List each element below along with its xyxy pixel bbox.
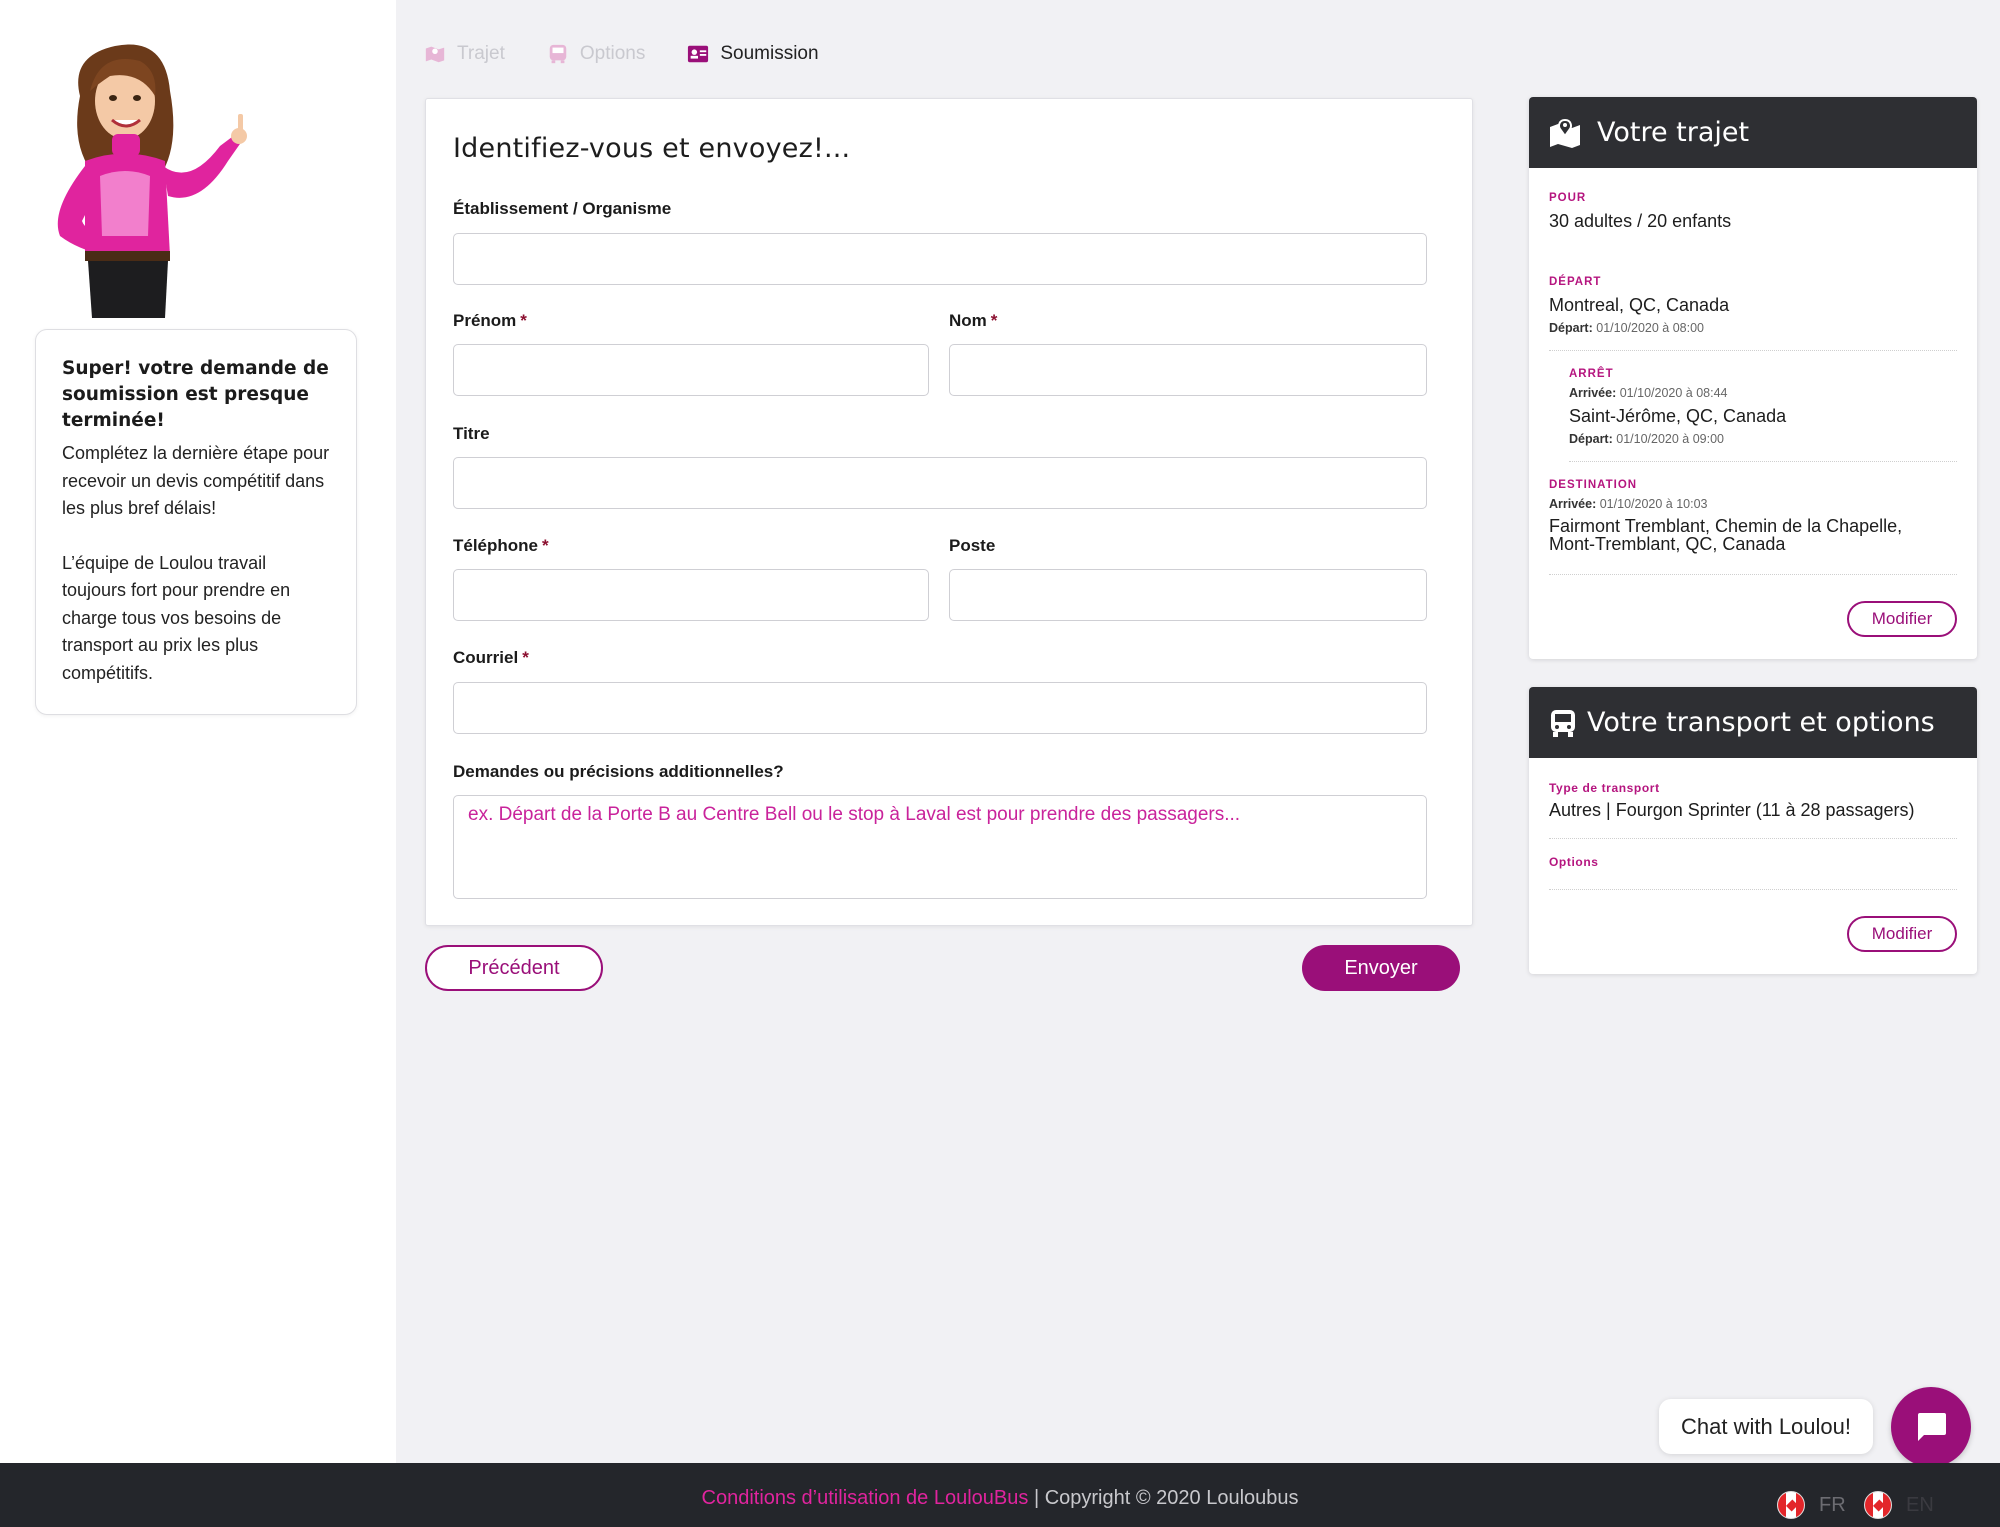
arret-arrival: Arrivée: 01/10/2020 à 08:44 bbox=[1569, 386, 1728, 400]
nom-field[interactable] bbox=[949, 344, 1427, 396]
info-body-2: L’équipe de Loulou travail toujours fort… bbox=[62, 552, 291, 683]
step-trajet[interactable]: Trajet bbox=[424, 43, 505, 65]
poste-label: Poste bbox=[949, 536, 996, 555]
canada-flag-icon bbox=[1864, 1491, 1892, 1519]
trip-summary-card: Votre trajet POUR 30 adultes / 20 enfant… bbox=[1529, 97, 1977, 659]
transport-card-title: Votre transport et options bbox=[1587, 707, 1935, 738]
lang-en[interactable]: EN bbox=[1864, 1491, 1934, 1519]
terms-link[interactable]: Conditions d’utilisation de LoulouBus bbox=[702, 1487, 1029, 1509]
info-title: Super! votre demande de soumission est p… bbox=[62, 358, 329, 431]
divider bbox=[1549, 574, 1957, 575]
id-card-icon bbox=[688, 45, 709, 63]
etablissement-field[interactable] bbox=[453, 233, 1427, 285]
step-label: Trajet bbox=[457, 43, 505, 64]
copyright: | Copyright © 2020 Louloubus bbox=[1028, 1487, 1299, 1509]
transport-card-header: Votre transport et options bbox=[1529, 687, 1977, 758]
telephone-label: Téléphone * bbox=[453, 536, 549, 555]
etablissement-label: Établissement / Organisme bbox=[453, 199, 672, 218]
poste-field[interactable] bbox=[949, 569, 1427, 621]
divider bbox=[1569, 461, 1957, 462]
info-bubble: Super! votre demande de soumission est p… bbox=[35, 329, 357, 715]
transport-type-value: Autres | Fourgon Sprinter (11 à 28 passa… bbox=[1549, 800, 1915, 820]
divider bbox=[1549, 838, 1957, 839]
send-button[interactable]: Envoyer bbox=[1302, 945, 1460, 991]
prenom-field[interactable] bbox=[453, 344, 929, 396]
options-label: Options bbox=[1549, 855, 1599, 869]
chat-icon bbox=[1918, 1413, 1946, 1441]
demandes-textarea[interactable]: ex. Départ de la Porte B au Centre Bell … bbox=[453, 795, 1427, 899]
nom-label: Nom * bbox=[949, 311, 998, 330]
destination-value-line2: Mont-Tremblant, QC, Canada bbox=[1549, 534, 1786, 554]
map-marker-icon bbox=[1550, 118, 1580, 148]
step-label: Options bbox=[579, 43, 646, 64]
telephone-field[interactable] bbox=[453, 569, 929, 621]
chat-prompt[interactable]: Chat with Loulou! bbox=[1659, 1399, 1873, 1454]
previous-button[interactable]: Précédent bbox=[425, 945, 603, 991]
submission-form: Identifiez-vous et envoyez!... Établisse… bbox=[425, 98, 1473, 926]
footer-text: Conditions d’utilisation de LoulouBus | … bbox=[0, 1487, 2000, 1510]
arret-label: ARRÊT bbox=[1569, 368, 1614, 380]
arret-value: Saint-Jérôme, QC, Canada bbox=[1569, 406, 1787, 426]
depart-value: Montreal, QC, Canada bbox=[1549, 295, 1730, 315]
depart-label: DÉPART bbox=[1549, 276, 1602, 288]
prenom-label: Prénom * bbox=[453, 311, 527, 330]
depart-time: Départ: 01/10/2020 à 08:00 bbox=[1549, 321, 1704, 335]
demandes-placeholder: ex. Départ de la Porte B au Centre Bell … bbox=[468, 804, 1241, 825]
pour-value: 30 adultes / 20 enfants bbox=[1549, 211, 1732, 231]
bus-icon bbox=[549, 44, 567, 64]
pour-label: POUR bbox=[1549, 192, 1587, 204]
canada-flag-icon bbox=[1777, 1491, 1805, 1519]
step-label: Soumission bbox=[720, 43, 819, 64]
mascot-illustration bbox=[57, 44, 247, 318]
info-body: Complétez la dernière étape pour recevoi… bbox=[62, 443, 330, 518]
chat-button[interactable] bbox=[1891, 1387, 1971, 1467]
map-icon bbox=[425, 46, 445, 63]
modify-trip-button[interactable]: Modifier bbox=[1847, 601, 1957, 637]
bus-icon bbox=[1551, 709, 1575, 737]
step-soumission[interactable]: Soumission bbox=[687, 43, 819, 65]
sidebar: Super! votre demande de soumission est p… bbox=[0, 0, 396, 1463]
arret-depart: Départ: 01/10/2020 à 09:00 bbox=[1569, 432, 1724, 446]
trip-card-header: Votre trajet bbox=[1529, 97, 1977, 168]
modify-transport-button[interactable]: Modifier bbox=[1847, 916, 1957, 952]
transport-type-label: Type de transport bbox=[1549, 781, 1660, 795]
courriel-label: Courriel * bbox=[453, 648, 529, 667]
destination-arrival: Arrivée: 01/10/2020 à 10:03 bbox=[1549, 497, 1708, 511]
step-navigation: Trajet Options Soumission bbox=[424, 38, 861, 70]
destination-label: DESTINATION bbox=[1549, 479, 1638, 491]
titre-field[interactable] bbox=[453, 457, 1427, 509]
trip-card-title: Votre trajet bbox=[1597, 117, 1750, 148]
divider bbox=[1549, 350, 1957, 351]
divider bbox=[1549, 889, 1957, 890]
demandes-label: Demandes ou précisions additionnelles? bbox=[453, 762, 784, 781]
step-options[interactable]: Options bbox=[547, 43, 645, 65]
titre-label: Titre bbox=[453, 424, 490, 443]
lang-fr[interactable]: FR bbox=[1777, 1491, 1846, 1519]
courriel-field[interactable] bbox=[453, 682, 1427, 734]
transport-summary-card: Votre transport et options Type de trans… bbox=[1529, 687, 1977, 974]
form-title: Identifiez-vous et envoyez!... bbox=[453, 133, 851, 164]
